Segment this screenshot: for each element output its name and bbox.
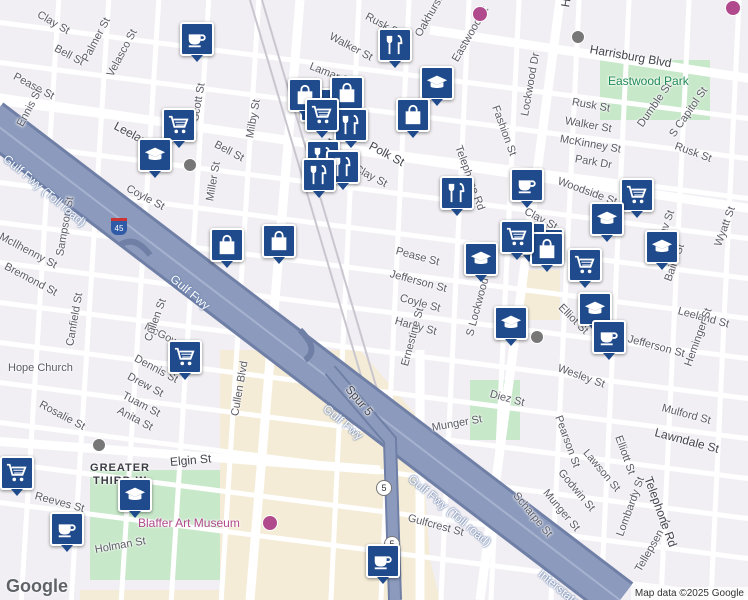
shopping-bag-icon (216, 234, 238, 256)
school-icon (124, 484, 146, 506)
map-marker-school[interactable] (420, 66, 454, 106)
coffee-icon (372, 550, 394, 572)
school-icon (426, 72, 448, 94)
shopping-cart-icon (626, 184, 648, 206)
map-marker-school[interactable] (138, 138, 172, 178)
map-marker-restaurant[interactable] (302, 158, 336, 198)
map-marker-store[interactable] (210, 228, 244, 268)
shopping-cart-icon (574, 254, 596, 276)
restaurant-icon (384, 34, 406, 56)
map-marker-restaurant[interactable] (334, 108, 368, 148)
map-marker-cafe[interactable] (180, 22, 214, 62)
shopping-bag-icon (536, 238, 558, 260)
interstate-shield: 45 (111, 218, 127, 235)
school-icon (584, 298, 606, 320)
map-canvas[interactable]: Clay St Rusk St Walker St Lamar St Oakhu… (0, 0, 748, 600)
map-marker-grocery[interactable] (162, 108, 196, 148)
shopping-cart-icon (311, 104, 333, 126)
restaurant-icon (308, 164, 330, 186)
map-attribution[interactable]: Map data ©2025 Google (630, 587, 748, 600)
map-marker-grocery[interactable] (568, 248, 602, 288)
transit-stop-icon (571, 30, 585, 44)
school-icon (144, 144, 166, 166)
map-marker-cafe[interactable] (50, 512, 84, 552)
map-marker-school[interactable] (494, 306, 528, 346)
school-icon (470, 248, 492, 270)
coffee-icon (598, 326, 620, 348)
map-marker-school[interactable] (590, 202, 624, 242)
map-marker-school[interactable] (118, 478, 152, 518)
restaurant-icon (446, 182, 468, 204)
shopping-cart-icon (506, 226, 528, 248)
shopping-cart-icon (168, 114, 190, 136)
restaurant-icon (340, 114, 362, 136)
map-marker-cafe[interactable] (592, 320, 626, 360)
transit-stop-icon (530, 330, 544, 344)
map-marker-store[interactable] (530, 232, 564, 272)
shopping-bag-icon (268, 230, 290, 252)
shopping-cart-icon (6, 462, 28, 484)
map-marker-school[interactable] (464, 242, 498, 282)
map-marker-restaurant[interactable] (440, 176, 474, 216)
landmark-icon (725, 0, 741, 16)
coffee-icon (56, 518, 78, 540)
map-marker-grocery[interactable] (168, 340, 202, 380)
map-marker-school[interactable] (645, 230, 679, 270)
map-marker-cafe[interactable] (366, 544, 400, 584)
coffee-icon (516, 174, 538, 196)
map-marker-grocery[interactable] (620, 178, 654, 218)
transit-stop-icon (92, 438, 106, 452)
transit-stop-icon (183, 158, 197, 172)
school-icon (596, 208, 618, 230)
map-marker-grocery[interactable] (500, 220, 534, 260)
map-marker-store[interactable] (396, 98, 430, 138)
map-marker-cafe[interactable] (510, 168, 544, 208)
school-icon (500, 312, 522, 334)
school-icon (651, 236, 673, 258)
map-marker-grocery[interactable] (0, 456, 34, 496)
map-marker-grocery[interactable] (305, 98, 339, 138)
map-marker-restaurant[interactable] (378, 28, 412, 68)
spur-shield: 5 (376, 480, 392, 496)
shopping-bag-icon (336, 82, 358, 104)
map-marker-store[interactable] (262, 224, 296, 264)
google-logo: Google (6, 576, 68, 596)
museum-icon (262, 515, 278, 531)
landmark-icon (472, 6, 488, 22)
map-base-layer (0, 0, 748, 600)
shopping-bag-icon (402, 104, 424, 126)
coffee-icon (186, 28, 208, 50)
shopping-cart-icon (174, 346, 196, 368)
